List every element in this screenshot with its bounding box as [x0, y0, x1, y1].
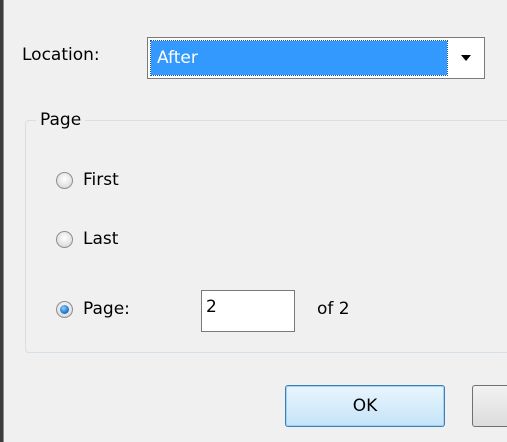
ok-button[interactable]: OK	[285, 385, 445, 427]
radio-button-page[interactable]	[56, 301, 73, 318]
insert-pages-dialog: Location: After Page First Last Page: 2 …	[3, 0, 507, 442]
page-group-title: Page	[36, 110, 86, 130]
radio-label-first: First	[83, 170, 119, 190]
location-dropdown[interactable]: After	[147, 37, 485, 79]
radio-label-page: Page:	[83, 299, 130, 319]
location-label: Location:	[22, 45, 100, 65]
radio-label-last: Last	[83, 229, 119, 249]
radio-button-first[interactable]	[56, 172, 73, 189]
page-number-input[interactable]: 2	[201, 290, 295, 332]
location-selected-value: After	[150, 40, 448, 76]
chevron-down-icon	[461, 55, 471, 61]
page-count-label: of 2	[317, 299, 350, 319]
radio-button-last[interactable]	[56, 231, 73, 248]
cancel-button[interactable]	[472, 385, 507, 427]
dropdown-button[interactable]	[450, 38, 484, 78]
